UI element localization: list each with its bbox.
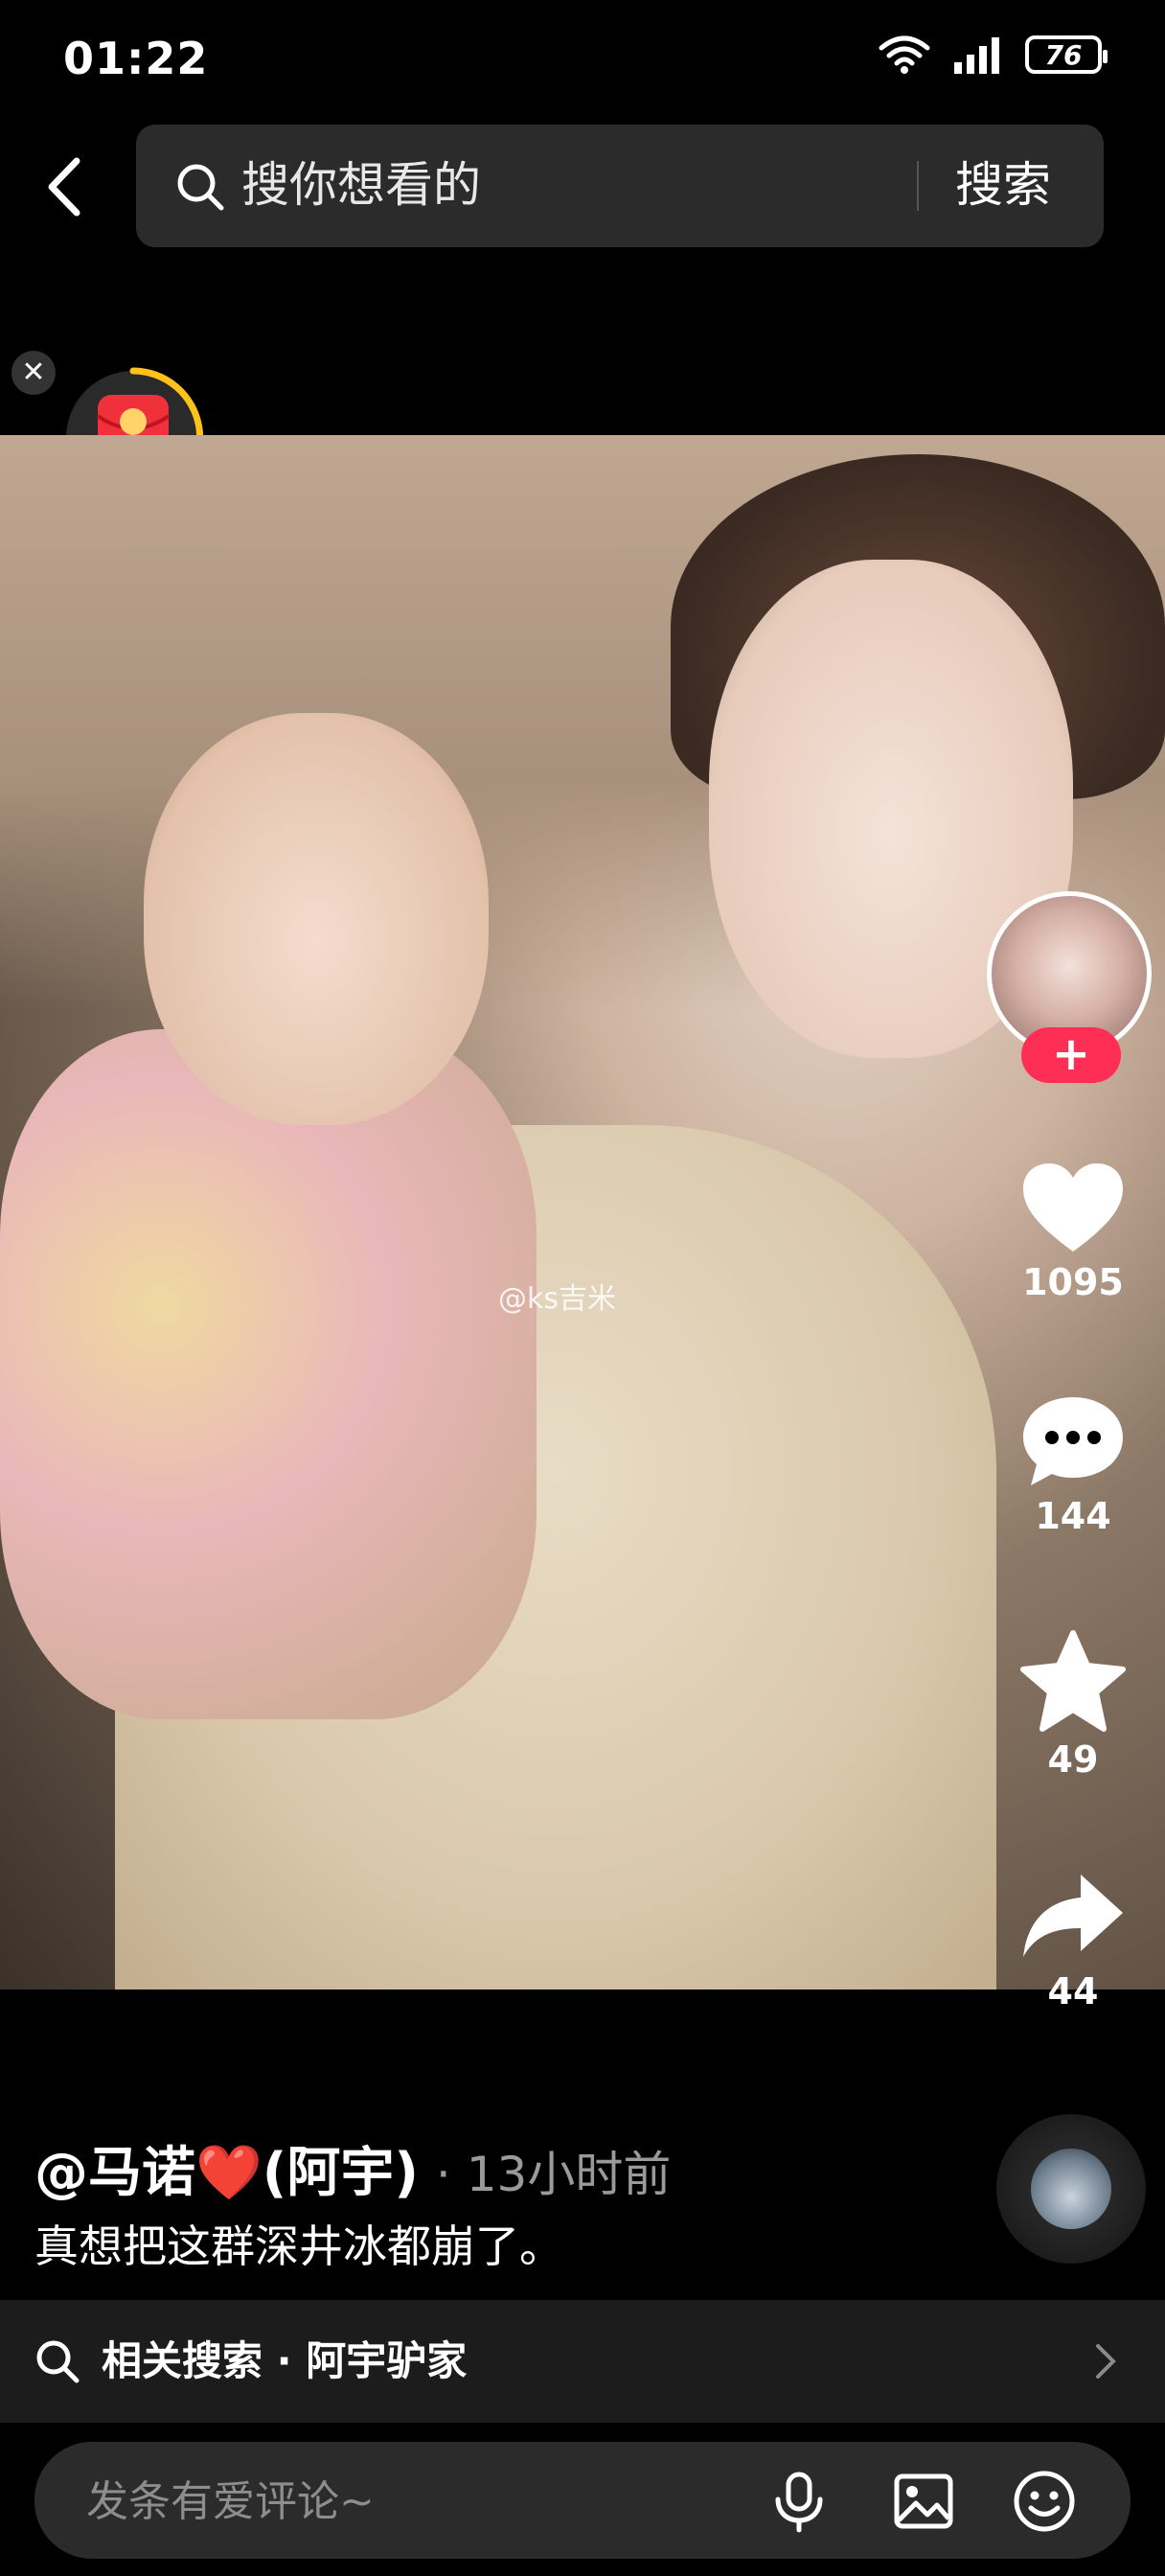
music-cover — [1031, 2149, 1111, 2229]
photo-watermark: @ks吉米 — [498, 1282, 617, 1316]
related-search[interactable]: 相关搜索 · 阿宇驴家 — [0, 2300, 1165, 2423]
search-icon — [177, 164, 224, 211]
heart-icon — [1023, 1163, 1123, 1252]
status-time: 01:22 — [63, 33, 209, 84]
favorite-count: 49 — [1047, 1738, 1099, 1781]
share-button[interactable]: 44 — [1006, 1867, 1140, 2012]
search-divider — [917, 161, 919, 211]
battery-icon: 76 — [1025, 35, 1108, 74]
wifi-icon — [879, 35, 930, 74]
status-icons: 76 — [878, 34, 1108, 75]
photo-child-shirt — [0, 1029, 537, 1719]
share-icon — [1023, 1874, 1123, 1957]
search-bar[interactable]: 搜你想看的 搜索 — [136, 125, 1104, 247]
author-name[interactable]: @马诺❤️(阿宇) — [34, 2142, 419, 2204]
post-photo[interactable]: @ks吉米 — [0, 435, 1165, 1990]
post-time: · 13小时前 — [435, 2147, 672, 2202]
chevron-right-icon — [1096, 2344, 1116, 2379]
related-search-text: 相关搜索 · 阿宇驴家 — [102, 2337, 468, 2384]
follow-button[interactable]: + — [1021, 1027, 1121, 1083]
status-bar: 01:22 76 — [0, 0, 1165, 115]
comment-input[interactable] — [84, 2465, 759, 2538]
back-icon[interactable] — [38, 153, 96, 220]
photo-child-face — [144, 713, 489, 1125]
image-icon[interactable] — [891, 2469, 956, 2534]
search-input[interactable]: 搜你想看的 — [241, 153, 481, 217]
signal-icon — [954, 37, 999, 74]
comment-count: 144 — [1035, 1495, 1111, 1537]
share-count: 44 — [1047, 1970, 1099, 2012]
like-count: 1095 — [1022, 1261, 1124, 1303]
author-line: @马诺❤️(阿宇) · 13小时前 — [34, 2129, 671, 2207]
music-disc[interactable] — [996, 2114, 1146, 2264]
battery-level: 76 — [1044, 38, 1083, 71]
microphone-icon[interactable] — [766, 2469, 832, 2534]
plus-icon: + — [1051, 1027, 1091, 1081]
comment-button[interactable]: 144 — [1006, 1392, 1140, 1537]
search-icon — [36, 2340, 80, 2383]
comment-bar — [34, 2442, 1131, 2559]
favorite-button[interactable]: 49 — [1006, 1629, 1140, 1781]
search-button[interactable]: 搜索 — [955, 153, 1051, 217]
post-caption: 真想把这群深井冰都崩了。 — [34, 2220, 563, 2272]
emoji-icon[interactable] — [1012, 2469, 1077, 2534]
close-icon[interactable]: ✕ — [11, 351, 56, 395]
comment-icon — [1023, 1397, 1123, 1485]
star-icon — [1020, 1630, 1126, 1732]
like-button[interactable]: 1095 — [1006, 1158, 1140, 1303]
